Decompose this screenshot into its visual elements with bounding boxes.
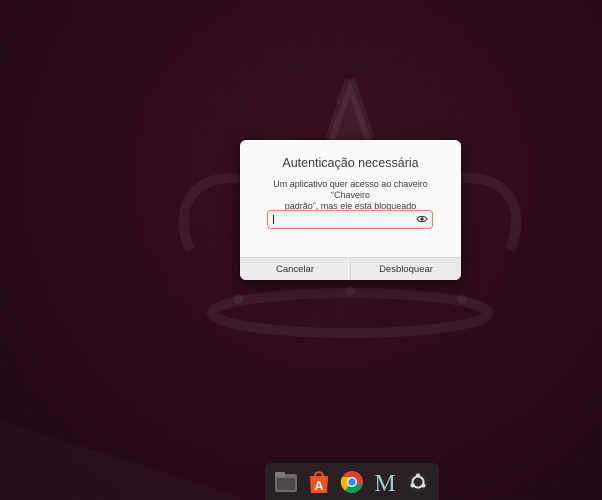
mail-glyph: M: [374, 471, 395, 494]
unlock-button[interactable]: Desbloquear: [350, 258, 461, 280]
dock-item-files[interactable]: [273, 469, 299, 495]
dock-item-apps[interactable]: [405, 469, 431, 495]
chrome-icon: [340, 470, 363, 493]
dialog-message: Um aplicativo quer acesso ao chaveiro “C…: [254, 179, 447, 212]
authentication-dialog: Autenticação necessária Um aplicativo qu…: [240, 140, 461, 280]
dialog-message-line1: Um aplicativo quer acesso ao chaveiro “C…: [273, 179, 428, 200]
app-center-icon: A: [309, 470, 328, 493]
file-manager-icon: [274, 471, 297, 492]
app-center-glyph: A: [314, 478, 324, 493]
eye-icon[interactable]: [416, 214, 428, 224]
dock: A M: [265, 463, 439, 500]
dock-item-app-store[interactable]: A: [306, 469, 332, 495]
dialog-button-row: Cancelar Desbloquear: [240, 257, 461, 280]
gmail-m-icon: M: [374, 471, 395, 494]
text-cursor: [273, 215, 274, 224]
dock-item-mail[interactable]: M: [372, 469, 398, 495]
dialog-title: Autenticação necessária: [282, 156, 419, 170]
ubuntu-logo-icon: [408, 471, 429, 492]
password-input[interactable]: [267, 210, 433, 229]
dock-item-browser[interactable]: [339, 469, 365, 495]
cancel-button[interactable]: Cancelar: [240, 258, 350, 280]
